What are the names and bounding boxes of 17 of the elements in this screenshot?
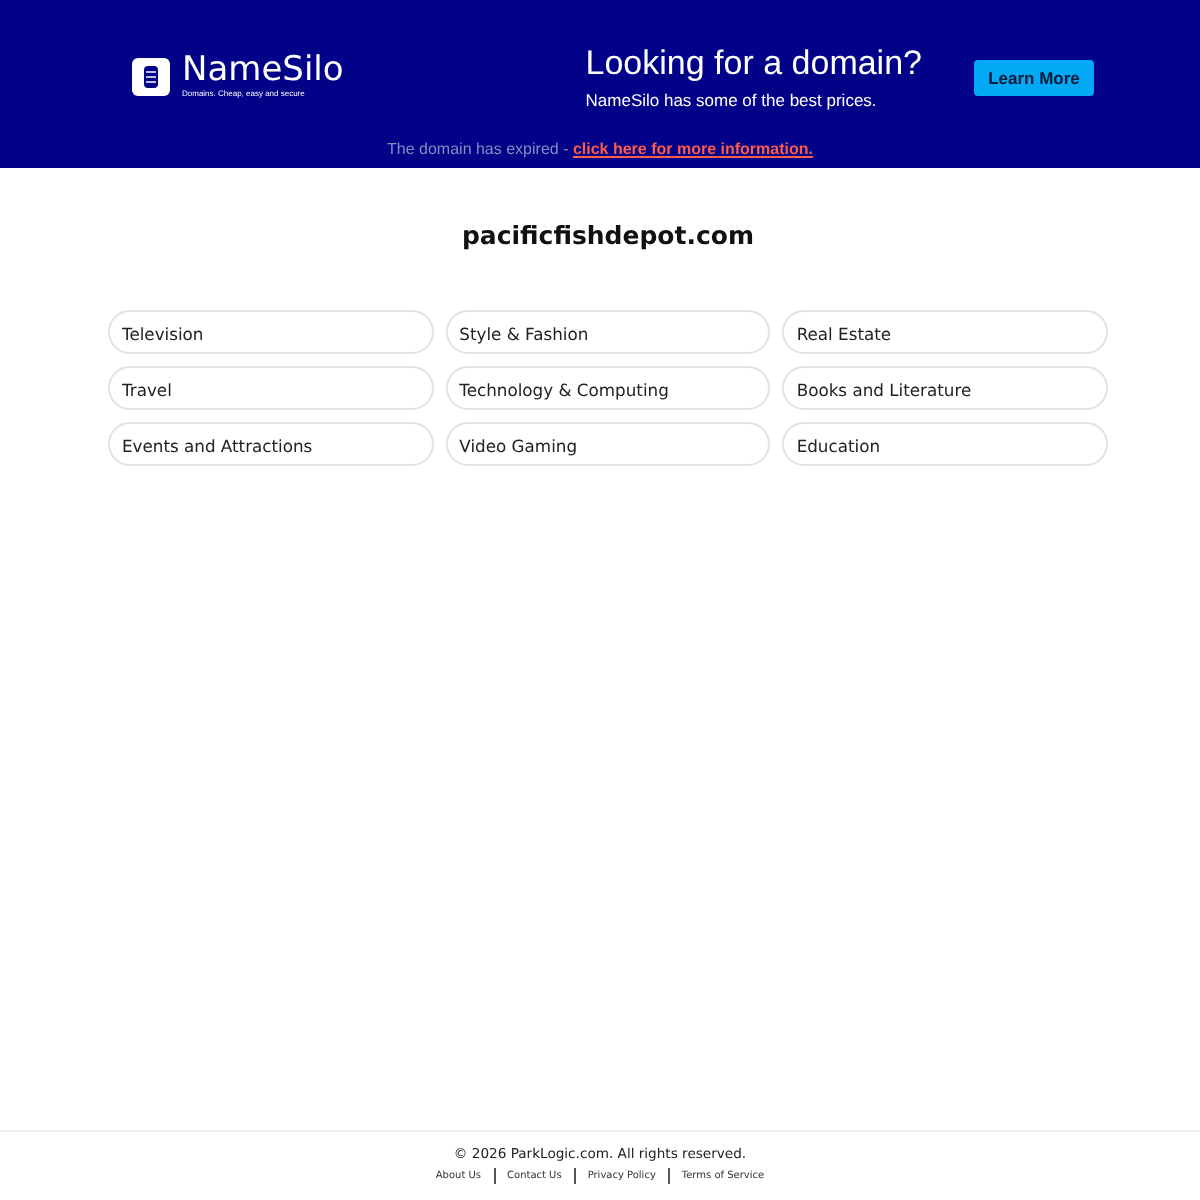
logo-name: NameSilo [182, 54, 344, 88]
category-link[interactable]: Television [108, 310, 434, 354]
info-link[interactable]: click here for more information. [572, 140, 813, 158]
category-link[interactable]: Real Estate [782, 310, 1108, 354]
category-link[interactable]: Education [782, 422, 1108, 466]
domain-title: pacificfishdepot.com [459, 220, 757, 250]
category-link[interactable]: Events and Attractions [108, 422, 434, 466]
promo-title: Looking for a domain? [585, 44, 922, 84]
logo-icon [132, 58, 170, 96]
category-link[interactable]: Video Gaming [445, 422, 771, 466]
category-link[interactable]: Travel [108, 366, 434, 410]
category-link[interactable]: Style & Fashion [445, 310, 771, 354]
category-link[interactable]: Technology & Computing [445, 366, 771, 410]
expired-notice: The domain has expired - click here for more information. [387, 140, 813, 158]
learn-more-button[interactable]: Learn More [974, 59, 1094, 95]
category-link[interactable]: Books and Literature [782, 366, 1108, 410]
promo-text: NameSilo has some of the best prices. [585, 90, 879, 110]
